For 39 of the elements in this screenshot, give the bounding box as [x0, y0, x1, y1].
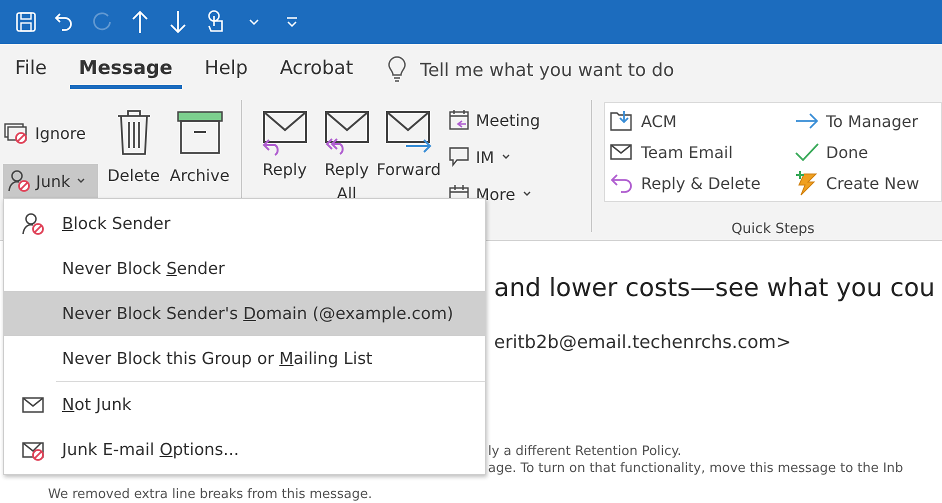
- quick-step[interactable]: Reply & Delete: [605, 170, 790, 196]
- info-text: We removed extra line breaks from this message.: [48, 486, 372, 503]
- quick-step[interactable]: Done: [790, 138, 940, 166]
- quick-step[interactable]: ACM: [605, 108, 790, 134]
- search-field[interactable]: Tell me what you want to do: [418, 58, 762, 82]
- menu-item[interactable]: Not Junk: [4, 382, 485, 427]
- quick-step[interactable]: Team Email: [605, 138, 790, 166]
- lightning-icon: [794, 170, 820, 196]
- arrow-down-icon: [168, 9, 188, 35]
- info-text: ly a different Retention Policy.: [488, 443, 682, 460]
- junk-button[interactable]: Junk: [3, 164, 98, 198]
- quick-step[interactable]: To Manager: [790, 108, 940, 134]
- menu-item[interactable]: Never Block Sender's Domain (@example.com): [4, 291, 485, 336]
- menu-item[interactable]: Never Block Sender: [4, 246, 485, 291]
- arrow-right-icon: [794, 111, 820, 131]
- menu-item[interactable]: Never Block this Group or Mailing List: [4, 336, 485, 381]
- checkmark-icon: [794, 141, 820, 163]
- arrow-up-icon: [130, 9, 150, 35]
- meeting-button[interactable]: Meeting: [448, 106, 540, 134]
- save-icon: [14, 10, 38, 34]
- customize-icon: [285, 15, 299, 29]
- archive-button[interactable]: Archive: [166, 106, 233, 200]
- ribbon-tab[interactable]: Acrobat: [270, 51, 362, 89]
- ignore-button[interactable]: Ignore: [0, 116, 92, 150]
- quick-step[interactable]: Create New: [790, 170, 940, 196]
- message-subject: and lower costs—see what you cou: [494, 273, 936, 302]
- delete-button[interactable]: Delete: [100, 106, 167, 200]
- info-text: age. To turn on that functionality, move this message to the Inb: [488, 460, 904, 477]
- group-label: Quick Steps: [730, 221, 816, 237]
- lightbulb-icon: [386, 56, 408, 84]
- ribbon-tab[interactable]: File: [6, 51, 56, 89]
- blocked-person-icon: [21, 212, 47, 236]
- sender-address: eritb2b@email.techenrchs.com>: [494, 332, 792, 353]
- blocked-person-icon: [7, 169, 33, 193]
- chevron-down-icon: [248, 17, 260, 27]
- im-button[interactable]: IM: [448, 143, 540, 171]
- menu-item[interactable]: Junk E-mail Options...: [4, 427, 485, 472]
- ribbon-tab[interactable]: Message: [70, 51, 182, 89]
- ribbon-tab[interactable]: Help: [196, 51, 257, 89]
